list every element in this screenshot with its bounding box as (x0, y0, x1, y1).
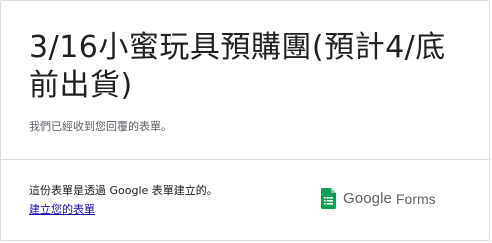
created-with-text: 這份表單是透過 Google 表單建立的。 (29, 184, 218, 197)
google-forms-logo[interactable]: Google Forms (321, 188, 436, 209)
brand-forms-text: Forms (395, 190, 436, 207)
create-your-form-link[interactable]: 建立您的表單 (29, 202, 95, 217)
form-response-card: 3/16小蜜玩具預購團(預計4/底前出貨) 我們已經收到您回覆的表單。 這份表單… (0, 0, 491, 241)
brand-google-text: Google (343, 190, 392, 207)
confirmation-message: 我們已經收到您回覆的表單。 (29, 120, 172, 133)
google-forms-icon (321, 188, 336, 209)
form-title: 3/16小蜜玩具預購團(預計4/底前出貨) (29, 30, 446, 103)
divider (1, 159, 491, 160)
